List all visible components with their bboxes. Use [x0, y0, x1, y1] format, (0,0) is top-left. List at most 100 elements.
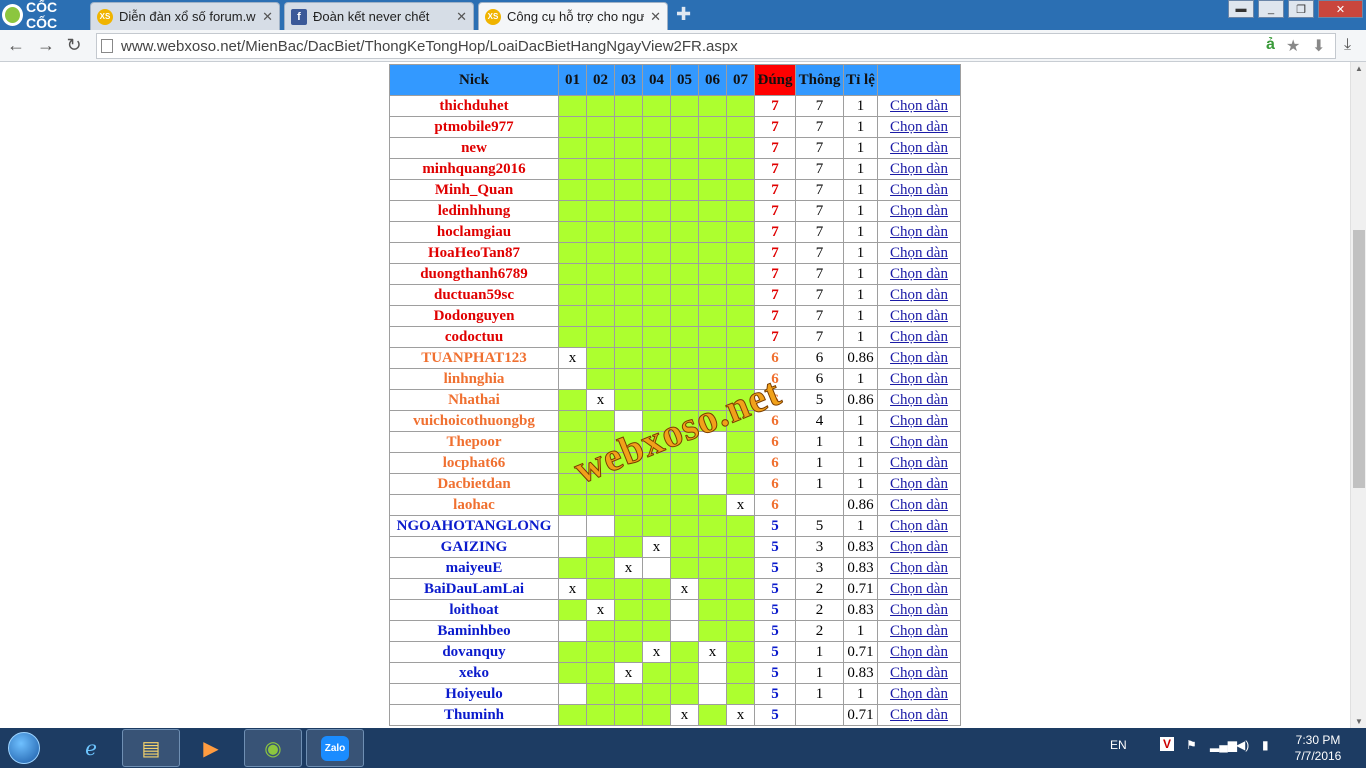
chon-dan-link[interactable]: Chọn dàn	[890, 119, 948, 135]
chon-dan-link[interactable]: Chọn dàn	[890, 161, 948, 177]
coccoc-logo[interactable]: CỐC CỐC	[2, 0, 88, 31]
chon-dan-link[interactable]: Chọn dàn	[890, 644, 948, 660]
scroll-down-icon[interactable]: ▼	[1351, 717, 1366, 726]
star-icon[interactable]: ★	[1286, 36, 1300, 56]
signal-icon[interactable]: ▂▄▆	[1210, 738, 1237, 752]
day-cell	[558, 158, 587, 180]
day-cell	[614, 95, 643, 117]
chon-dan-link[interactable]: Chọn dàn	[890, 308, 948, 324]
close-tab-icon[interactable]: ✕	[456, 9, 467, 25]
back-icon[interactable]: ←	[4, 35, 28, 56]
thong-cell: 7	[795, 263, 844, 285]
chon-dan-link[interactable]: Chọn dàn	[890, 224, 948, 240]
day-cell	[614, 704, 643, 726]
chon-dan-cell: Chọn dàn	[877, 305, 961, 327]
media-player-icon[interactable]: ▶	[182, 729, 240, 767]
scroll-up-icon[interactable]: ▲	[1351, 64, 1366, 73]
day-cell	[614, 515, 643, 537]
chon-dan-link[interactable]: Chọn dàn	[890, 371, 948, 387]
menu-icon[interactable]: ▬	[1228, 0, 1254, 18]
tab-active-tool[interactable]: XS Công cụ hỗ trợ cho người ✕	[478, 2, 668, 30]
chon-dan-link[interactable]: Chọn dàn	[890, 266, 948, 282]
day-cell: x	[698, 641, 727, 663]
ie-icon[interactable]: ℯ	[62, 729, 120, 767]
chon-dan-link[interactable]: Chọn dàn	[890, 581, 948, 597]
chon-dan-link[interactable]: Chọn dàn	[890, 476, 948, 492]
day-cell	[726, 284, 755, 306]
day-cell	[726, 95, 755, 117]
download-icon[interactable]: ⤓	[1344, 36, 1351, 54]
chon-dan-link[interactable]: Chọn dàn	[890, 329, 948, 345]
typing-icon[interactable]: ả	[1266, 36, 1275, 54]
day-cell	[698, 95, 727, 117]
coccoc-taskbar-icon[interactable]: ◉	[244, 729, 302, 767]
chon-dan-link[interactable]: Chọn dàn	[890, 245, 948, 261]
flag-icon[interactable]: ⚑	[1186, 738, 1197, 752]
thong-cell: 2	[795, 620, 844, 642]
day-cell	[670, 368, 699, 390]
day-cell	[586, 431, 615, 453]
day-cell	[642, 158, 671, 180]
table-row: maiyeuE x 5 3 0.83 Chọn dàn	[389, 557, 961, 579]
dung-cell: 7	[754, 95, 796, 117]
clock[interactable]: 7:30 PM 7/7/2016	[1288, 732, 1348, 764]
dung-cell: 5	[754, 557, 796, 579]
chon-dan-link[interactable]: Chọn dàn	[890, 350, 948, 366]
chon-dan-link[interactable]: Chọn dàn	[890, 413, 948, 429]
tab-title: Diễn đàn xổ số forum.web	[119, 9, 257, 24]
chon-dan-link[interactable]: Chọn dàn	[890, 434, 948, 450]
day-cell	[698, 137, 727, 159]
language-indicator[interactable]: EN	[1110, 738, 1127, 752]
chon-dan-link[interactable]: Chọn dàn	[890, 686, 948, 702]
new-tab-icon[interactable]: ✚	[676, 5, 691, 23]
close-window-icon[interactable]: ✕	[1318, 0, 1363, 18]
chon-dan-link[interactable]: Chọn dàn	[890, 287, 948, 303]
chon-dan-link[interactable]: Chọn dàn	[890, 392, 948, 408]
nick-cell: Thuminh	[389, 704, 559, 726]
explorer-icon[interactable]: ▤	[122, 729, 180, 767]
chon-dan-link[interactable]: Chọn dàn	[890, 560, 948, 576]
tab-forum[interactable]: XS Diễn đàn xổ số forum.web ✕	[90, 2, 280, 30]
chon-dan-link[interactable]: Chọn dàn	[890, 203, 948, 219]
start-button[interactable]	[2, 729, 46, 767]
day-cell	[586, 284, 615, 306]
vertical-scrollbar[interactable]: ▲ ▼	[1350, 62, 1366, 728]
chon-dan-link[interactable]: Chọn dàn	[890, 497, 948, 513]
forward-icon[interactable]: →	[34, 35, 58, 56]
chon-dan-link[interactable]: Chọn dàn	[890, 455, 948, 471]
chon-dan-link[interactable]: Chọn dàn	[890, 98, 948, 114]
nick-cell: ptmobile977	[389, 116, 559, 138]
address-input[interactable]: www.webxoso.net/MienBac/DacBiet/ThongKeT…	[96, 33, 1336, 59]
close-tab-icon[interactable]: ✕	[650, 9, 661, 25]
thong-cell: 7	[795, 158, 844, 180]
tile-cell: 1	[843, 95, 878, 117]
maximize-icon[interactable]: ❐	[1288, 0, 1314, 18]
reload-icon[interactable]: ↻	[62, 35, 86, 56]
nick-cell: codoctuu	[389, 326, 559, 348]
chon-dan-link[interactable]: Chọn dàn	[890, 140, 948, 156]
vietkey-icon[interactable]: V	[1160, 737, 1175, 751]
chon-dan-link[interactable]: Chọn dàn	[890, 623, 948, 639]
zalo-icon[interactable]: Zalo	[306, 729, 364, 767]
tab-facebook[interactable]: f Đoàn kết never chết ✕	[284, 2, 474, 30]
close-tab-icon[interactable]: ✕	[262, 9, 273, 25]
tile-cell: 1	[843, 137, 878, 159]
chon-dan-link[interactable]: Chọn dàn	[890, 602, 948, 618]
scroll-thumb[interactable]	[1353, 230, 1365, 488]
page-icon	[101, 39, 113, 53]
chon-dan-link[interactable]: Chọn dàn	[890, 707, 948, 723]
volume-icon[interactable]: ◀)	[1236, 738, 1249, 752]
download-arrow-icon[interactable]: ⬇	[1312, 36, 1325, 56]
chon-dan-link[interactable]: Chọn dàn	[890, 665, 948, 681]
thong-cell: 2	[795, 599, 844, 621]
nick-cell: TUANPHAT123	[389, 347, 559, 369]
battery-icon[interactable]: ▮	[1262, 738, 1269, 752]
chon-dan-link[interactable]: Chọn dàn	[890, 518, 948, 534]
chon-dan-link[interactable]: Chọn dàn	[890, 182, 948, 198]
chon-dan-link[interactable]: Chọn dàn	[890, 539, 948, 555]
table-row: GAIZING x 5 3 0.83 Chọn dàn	[389, 536, 961, 558]
day-cell	[670, 662, 699, 684]
day-cell	[558, 284, 587, 306]
minimize-icon[interactable]: _	[1258, 0, 1284, 18]
day-cell: x	[614, 557, 643, 579]
